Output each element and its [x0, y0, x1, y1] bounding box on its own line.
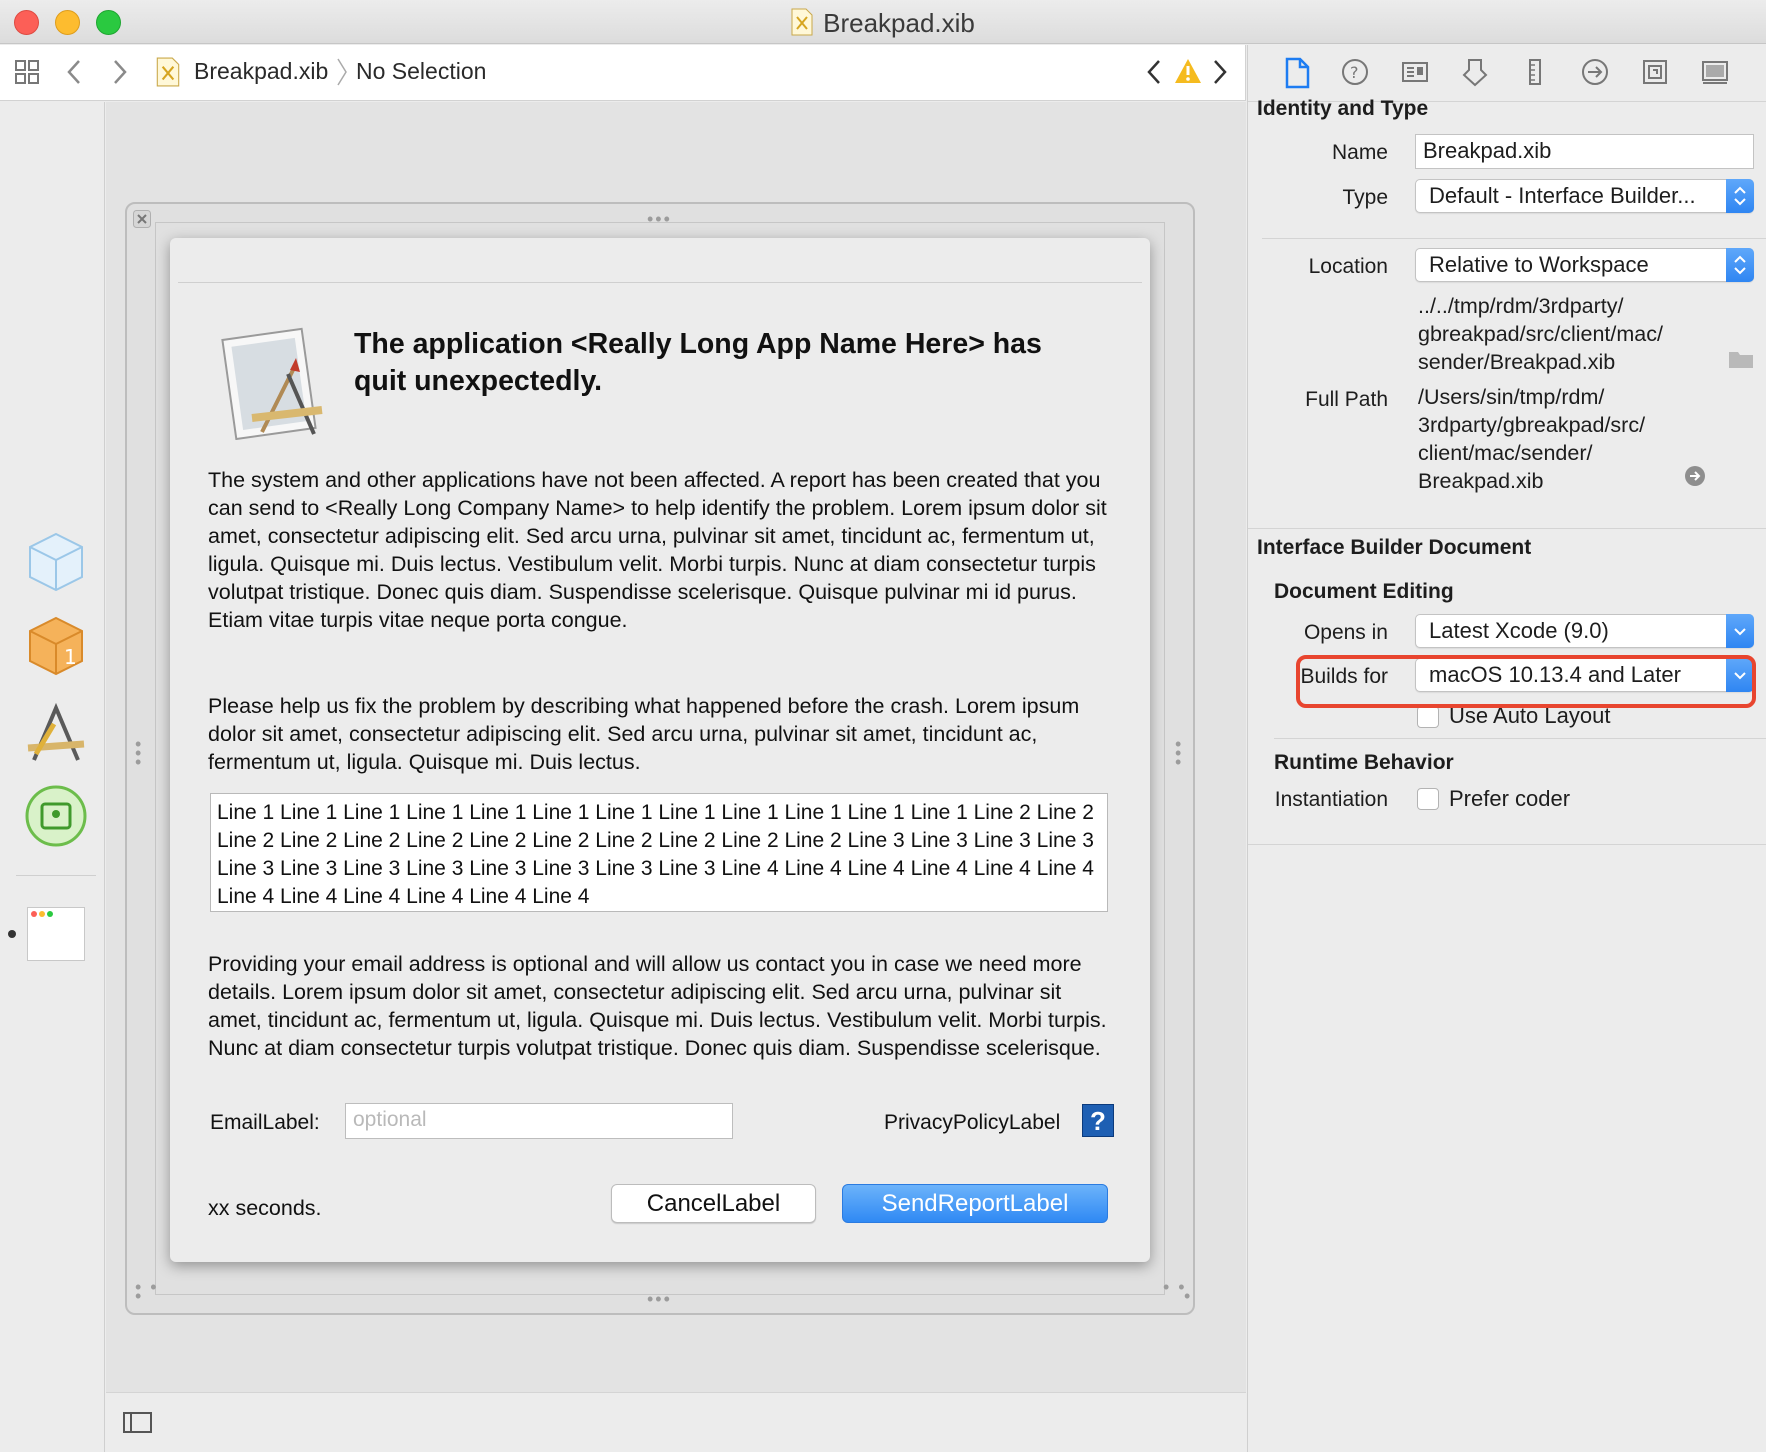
connections-inspector-icon[interactable] [1580, 57, 1612, 89]
svg-text:1: 1 [64, 645, 77, 669]
outline-divider [16, 875, 96, 876]
size-inspector-icon[interactable] [1520, 57, 1552, 89]
utilities-inspector: ? Identity and Type Name Breakpad.xib Ty… [1247, 45, 1766, 1452]
xib-file-icon [156, 57, 180, 92]
cancel-button[interactable]: CancelLabel [611, 1184, 816, 1223]
opens-in-popup-value: Latest Xcode (9.0) [1429, 618, 1609, 643]
attributes-inspector-icon[interactable] [1460, 57, 1492, 89]
opens-in-popup[interactable]: Latest Xcode (9.0) [1415, 614, 1754, 648]
location-popup-value: Relative to Workspace [1429, 252, 1649, 277]
back-arrow-icon[interactable] [66, 59, 82, 90]
countdown-label: xx seconds. [208, 1196, 322, 1220]
full-path-label: Full Path [1305, 388, 1388, 411]
file-inspector-icon[interactable] [1282, 57, 1314, 89]
identity-divider [1262, 238, 1766, 239]
section-divider [1248, 528, 1766, 529]
help-button[interactable]: ? [1082, 1104, 1114, 1137]
privacy-policy-label: PrivacyPolicyLabel [884, 1111, 1061, 1134]
editing-divider [1274, 738, 1766, 739]
resize-handle-right[interactable]: • • • [1175, 735, 1183, 771]
updown-chevron-icon [1726, 248, 1754, 282]
close-frame-icon[interactable] [133, 210, 151, 233]
selected-object-dot [8, 930, 16, 938]
prefer-coder-checkbox[interactable] [1417, 788, 1439, 810]
dialog-description: The system and other applications have n… [208, 468, 1107, 632]
object-controller-icon[interactable] [24, 784, 88, 848]
chevron-down-icon [1726, 614, 1754, 648]
dialog-headline: The application <Really Long App Name He… [354, 328, 1042, 397]
window-title: Breakpad.xib [823, 8, 975, 38]
first-responder-cube-icon[interactable]: 1 [24, 614, 88, 678]
related-items-icon[interactable] [14, 59, 40, 90]
canvas-bottom-bar [106, 1392, 1246, 1452]
updown-chevron-icon [1726, 179, 1754, 213]
warning-icon[interactable] [1174, 58, 1202, 89]
resize-handle-top[interactable]: ••• [647, 210, 672, 228]
send-report-button[interactable]: SendReportLabel [842, 1184, 1108, 1223]
inspector-tab-bar: ? [1248, 45, 1766, 101]
reveal-arrow-icon[interactable] [1684, 465, 1706, 492]
breadcrumb-file[interactable]: Breakpad.xib [194, 58, 328, 85]
dialog-top-divider [178, 282, 1142, 283]
full-path-text: /Users/sin/tmp/rdm/ 3rdparty/gbreakpad/s… [1418, 385, 1646, 493]
location-label: Location [1308, 255, 1388, 278]
dialog-email-explanation: Providing your email address is optional… [208, 952, 1107, 1060]
name-label: Name [1331, 141, 1388, 164]
xib-file-icon [791, 8, 813, 43]
type-label: Type [1342, 186, 1388, 209]
breadcrumb-selection[interactable]: No Selection [356, 58, 486, 85]
resize-handle-left[interactable]: • • • [135, 735, 143, 771]
toggle-outline-icon[interactable] [123, 1411, 153, 1440]
next-issue-icon[interactable] [1212, 59, 1228, 90]
identity-section-title: Identity and Type [1257, 97, 1429, 120]
window-titlebar: Breakpad.xib [0, 0, 1766, 44]
dialog-help-prompt: Please help us fix the problem by descri… [208, 694, 1080, 774]
files-owner-cube-icon[interactable] [24, 530, 88, 594]
jump-bar: Breakpad.xib No Selection [0, 45, 1246, 101]
identity-inspector-icon[interactable] [1400, 57, 1432, 89]
runtime-behavior-subtitle: Runtime Behavior [1274, 751, 1454, 774]
relative-path-text: ../../tmp/rdm/3rdparty/ gbreakpad/src/cl… [1418, 294, 1663, 374]
type-popup-value: Default - Interface Builder... [1429, 183, 1696, 208]
application-icon[interactable] [24, 702, 88, 766]
opens-in-label: Opens in [1303, 621, 1388, 644]
resize-handle-bottom[interactable]: ••• [647, 1290, 672, 1308]
forward-arrow-icon[interactable] [112, 59, 128, 90]
resize-handle-bottom-right[interactable]: • • • [1163, 1278, 1192, 1305]
crash-report-dialog: The application <Really Long App Name He… [170, 238, 1150, 1262]
bindings-inspector-icon[interactable] [1640, 57, 1672, 89]
instantiation-label: Instantiation [1274, 788, 1388, 811]
view-effects-inspector-icon[interactable] [1700, 57, 1732, 89]
document-editing-subtitle: Document Editing [1274, 580, 1454, 603]
folder-icon[interactable] [1728, 349, 1754, 374]
auto-layout-checkbox[interactable] [1417, 706, 1439, 728]
prefer-coder-label: Prefer coder [1449, 786, 1571, 811]
location-popup[interactable]: Relative to Workspace [1415, 248, 1754, 282]
ib-document-section-title: Interface Builder Document [1257, 536, 1532, 559]
type-popup[interactable]: Default - Interface Builder... [1415, 179, 1754, 213]
document-outline-bar: 1 [0, 102, 105, 1452]
builds-for-highlight [1296, 655, 1756, 708]
email-label: EmailLabel: [210, 1111, 320, 1134]
resize-handle-bottom-left[interactable]: • • • [135, 1278, 159, 1305]
crash-description-textview[interactable]: Line 1 Line 1 Line 1 Line 1 Line 1 Line … [210, 793, 1108, 912]
app-pencil-ruler-icon [218, 322, 330, 441]
window-object-thumbnail[interactable] [27, 907, 85, 961]
window-title-area: Breakpad.xib [0, 8, 1766, 43]
svg-text:?: ? [1350, 63, 1359, 82]
name-field[interactable]: Breakpad.xib [1415, 134, 1754, 169]
previous-issue-icon[interactable] [1146, 59, 1162, 90]
inspector-bottom-divider [1248, 844, 1766, 845]
email-field[interactable]: optional [345, 1103, 733, 1139]
quick-help-icon[interactable]: ? [1340, 57, 1372, 89]
breadcrumb-separator-icon [336, 57, 348, 92]
